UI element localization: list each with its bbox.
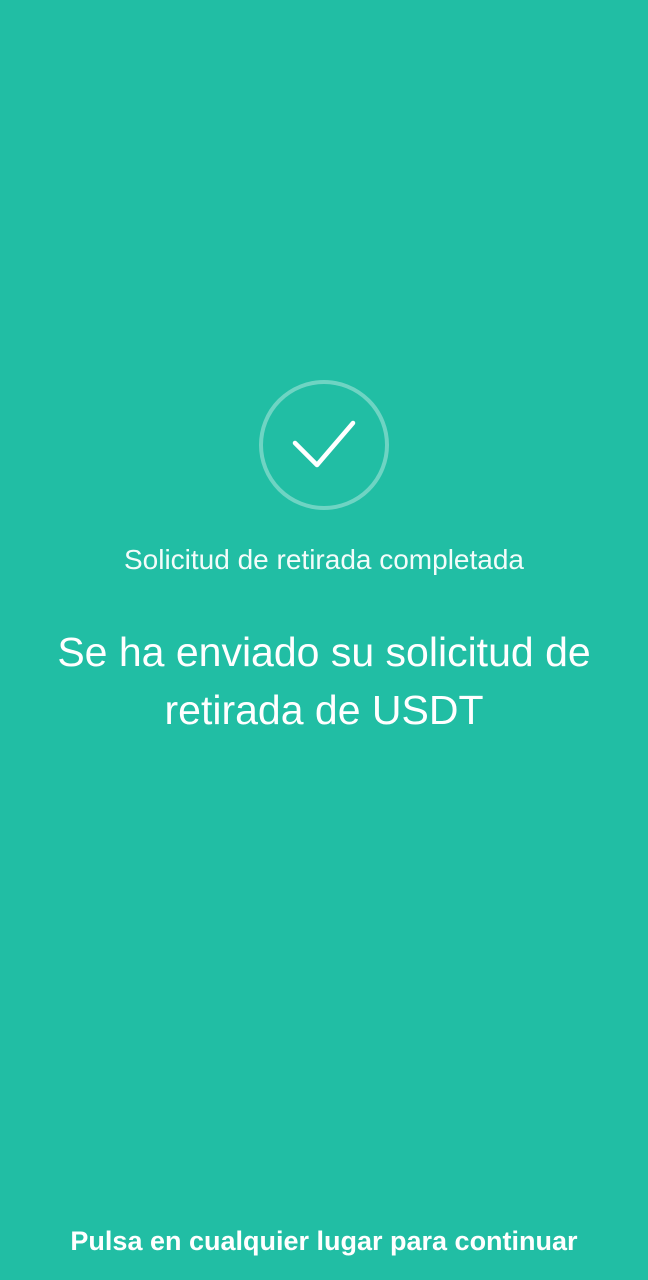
continue-hint[interactable]: Pulsa en cualquier lugar para continuar	[0, 1222, 648, 1260]
success-badge	[259, 380, 389, 510]
checkmark-icon	[292, 420, 356, 468]
status-subtitle: Solicitud de retirada completada	[123, 544, 524, 575]
withdrawal-success-screen[interactable]: Solicitud de retirada completada Se ha e…	[0, 0, 648, 1280]
status-message: Se ha enviado su solicitud de retirada d…	[57, 629, 591, 733]
